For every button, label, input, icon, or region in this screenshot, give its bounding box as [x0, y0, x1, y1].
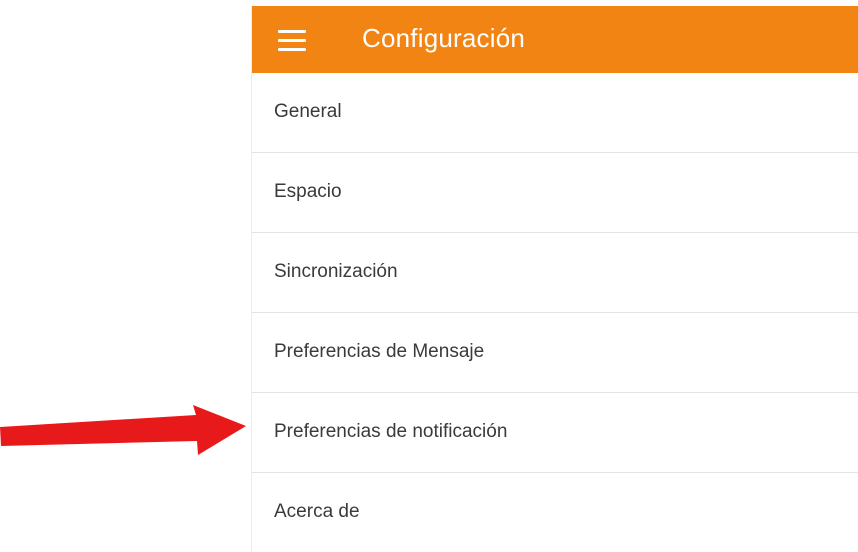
settings-item-acerca-de[interactable]: Acerca de	[252, 473, 858, 552]
settings-item-label: Preferencias de Mensaje	[274, 341, 485, 362]
settings-item-label: Espacio	[274, 181, 342, 202]
settings-item-general[interactable]: General	[252, 73, 858, 153]
settings-item-label: Preferencias de notificación	[274, 421, 508, 442]
settings-item-preferencias-notificacion[interactable]: Preferencias de notificación	[252, 393, 858, 473]
settings-item-sincronizacion[interactable]: Sincronización	[252, 233, 858, 313]
settings-screen: Configuración General Espacio Sincroniza…	[251, 6, 858, 552]
settings-item-label: Acerca de	[274, 501, 360, 522]
menu-line	[278, 48, 306, 51]
hamburger-menu-icon[interactable]	[278, 30, 306, 52]
red-arrow-icon	[0, 405, 246, 455]
settings-item-label: General	[274, 101, 342, 122]
settings-list: General Espacio Sincronización Preferenc…	[252, 73, 858, 552]
page: Configuración General Espacio Sincroniza…	[0, 0, 858, 552]
settings-item-preferencias-mensaje[interactable]: Preferencias de Mensaje	[252, 313, 858, 393]
menu-line	[278, 30, 306, 33]
arrow-shape	[0, 405, 246, 455]
menu-line	[278, 39, 306, 42]
page-title: Configuración	[362, 23, 526, 53]
app-bar: Configuración	[252, 6, 858, 73]
settings-item-label: Sincronización	[274, 261, 398, 282]
settings-item-espacio[interactable]: Espacio	[252, 153, 858, 233]
